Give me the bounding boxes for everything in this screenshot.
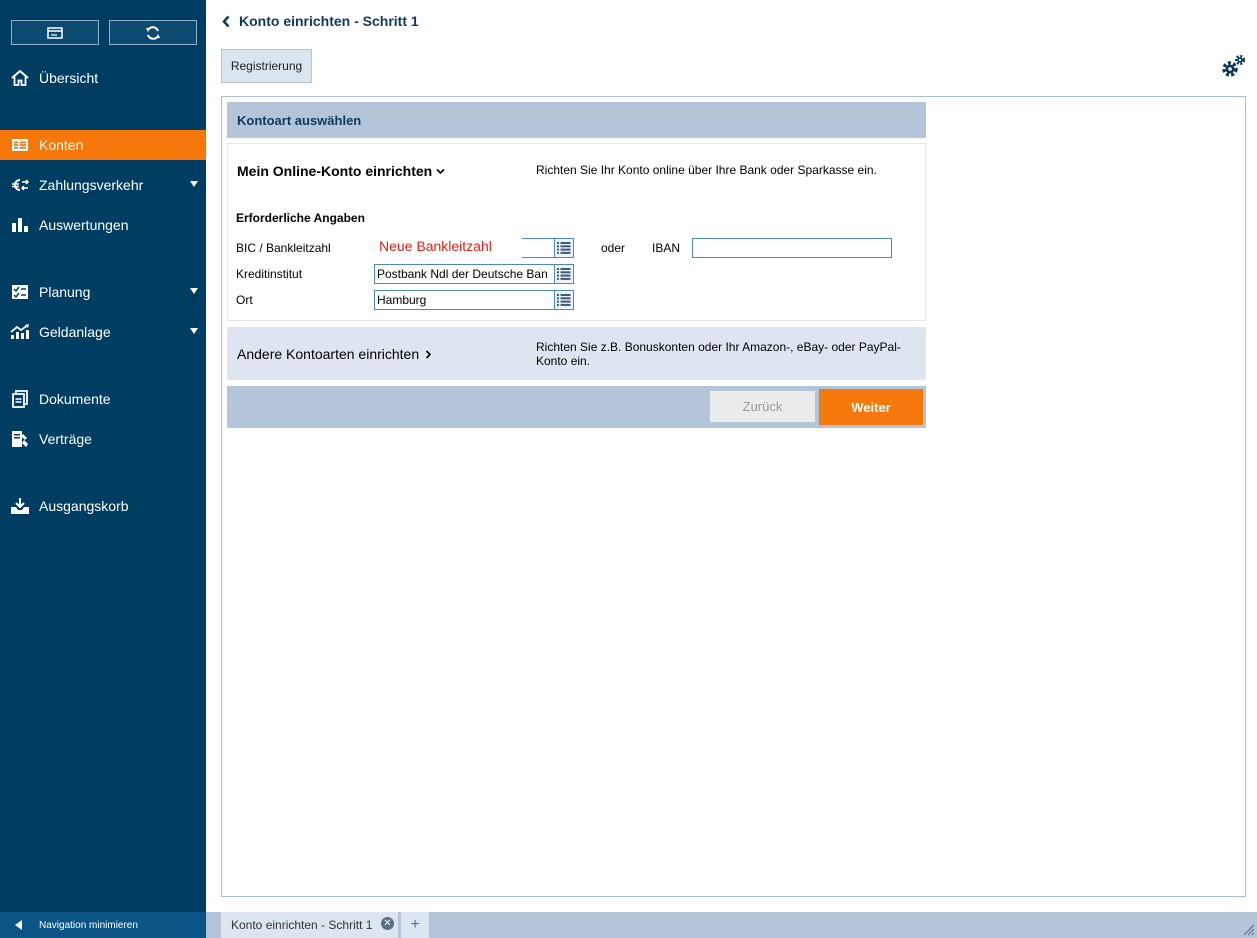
chevron-right-icon (426, 349, 432, 359)
required-fields-heading: Erforderliche Angaben (236, 211, 365, 225)
home-icon (0, 70, 39, 86)
checklist-icon (0, 284, 39, 300)
online-account-description: Richten Sie Ihr Konto online über Ihre B… (536, 163, 877, 177)
sidebar-item-label: Konten (39, 137, 84, 153)
sidebar-item-planung[interactable]: Planung (0, 277, 206, 307)
documents-icon (0, 390, 39, 408)
sidebar-item-auswertungen[interactable]: Auswertungen (0, 210, 206, 240)
resize-grip-icon[interactable] (1241, 922, 1255, 936)
plus-icon: + (410, 916, 420, 933)
bar-chart-icon (0, 217, 39, 233)
card-icon (47, 26, 63, 39)
chevron-left-icon[interactable] (222, 15, 230, 28)
sidebar-item-vertraege[interactable]: Verträge (0, 424, 206, 454)
next-button[interactable]: Weiter (819, 389, 923, 425)
gears-icon[interactable] (1221, 54, 1247, 80)
list-icon (557, 268, 571, 280)
institute-list-button[interactable] (554, 264, 574, 284)
arrow-left-icon (15, 920, 22, 930)
list-icon (557, 294, 571, 306)
sidebar-item-ausgangskorb[interactable]: Ausgangskorb (0, 491, 206, 521)
sidebar-item-label: Auswertungen (39, 217, 129, 233)
navigation-minimize-button[interactable]: Navigation minimieren (0, 912, 206, 938)
other-accounts-description: Richten Sie z.B. Bonuskonten oder Ihr Am… (536, 340, 901, 368)
chevron-down-icon (436, 168, 445, 174)
page-title-text: Konto einrichten - Schritt 1 (239, 13, 419, 29)
institute-label: Kreditinstitut (236, 267, 303, 281)
section-header: Kontoart auswählen (227, 102, 926, 138)
sidebar-item-label: Planung (39, 284, 91, 300)
sidebar-item-geldanlage[interactable]: Geldanlage (0, 317, 206, 347)
sidebar-item-zahlungsverkehr[interactable]: Zahlungsverkehr (0, 170, 206, 200)
sidebar-item-konten[interactable]: Konten (0, 130, 206, 160)
sidebar-item-label: Verträge (39, 431, 92, 447)
iban-label: IBAN (652, 241, 681, 255)
chevron-down-icon (190, 181, 198, 187)
tab-label: Konto einrichten - Schritt 1 (231, 918, 373, 932)
chevron-down-icon (190, 288, 198, 294)
sidebar: Übersicht Konten Zahlungsverkehr Auswert… (0, 0, 206, 938)
online-account-toggle[interactable]: Mein Online-Konto einrichten (237, 163, 445, 179)
sidebar-item-uebersicht[interactable]: Übersicht (0, 63, 206, 93)
sidebar-item-label: Ausgangskorb (39, 498, 129, 514)
outbox-icon (0, 497, 39, 515)
city-list-button[interactable] (554, 290, 574, 310)
add-tab-button[interactable]: + (401, 912, 429, 938)
bic-input[interactable] (522, 238, 555, 258)
refresh-icon (146, 25, 160, 40)
bic-label: BIC / Bankleitzahl (236, 241, 331, 255)
sidebar-item-label: Dokumente (39, 391, 111, 407)
tab-konto-einrichten[interactable]: Konto einrichten - Schritt 1 (221, 912, 398, 938)
city-label: Ort (236, 293, 253, 307)
close-icon[interactable]: ✕ (381, 917, 394, 930)
other-accounts-toggle[interactable]: Andere Kontoarten einrichten (237, 346, 432, 362)
online-account-title: Mein Online-Konto einrichten (237, 163, 433, 179)
back-button[interactable]: Zurück (710, 391, 815, 422)
sidebar-item-dokumente[interactable]: Dokumente (0, 384, 206, 414)
institute-input[interactable]: Postbank Ndl der Deutsche Ban (374, 264, 555, 284)
or-label: oder (601, 241, 626, 255)
euro-transfer-icon (0, 177, 39, 193)
city-input[interactable]: Hamburg (374, 290, 555, 310)
sidebar-item-label: Zahlungsverkehr (39, 177, 144, 193)
sidebar-item-label: Übersicht (39, 70, 99, 86)
list-icon (557, 242, 571, 254)
bic-list-button[interactable] (554, 238, 574, 258)
growth-chart-icon (0, 324, 39, 340)
navigation-minimize-label: Navigation minimieren (39, 919, 138, 931)
other-accounts-title: Andere Kontoarten einrichten (237, 346, 420, 362)
chevron-down-icon (190, 328, 198, 334)
page-title: Konto einrichten - Schritt 1 (222, 13, 419, 29)
tab-registrierung[interactable]: Registrierung (221, 49, 312, 83)
accounts-icon (0, 138, 39, 152)
card-view-button[interactable] (11, 20, 99, 45)
contracts-icon (0, 430, 39, 448)
refresh-button[interactable] (109, 20, 197, 45)
bic-hint-overlay: Neue Bankleitzahl (379, 238, 492, 254)
iban-input[interactable] (692, 238, 892, 258)
sidebar-item-label: Geldanlage (39, 324, 111, 340)
